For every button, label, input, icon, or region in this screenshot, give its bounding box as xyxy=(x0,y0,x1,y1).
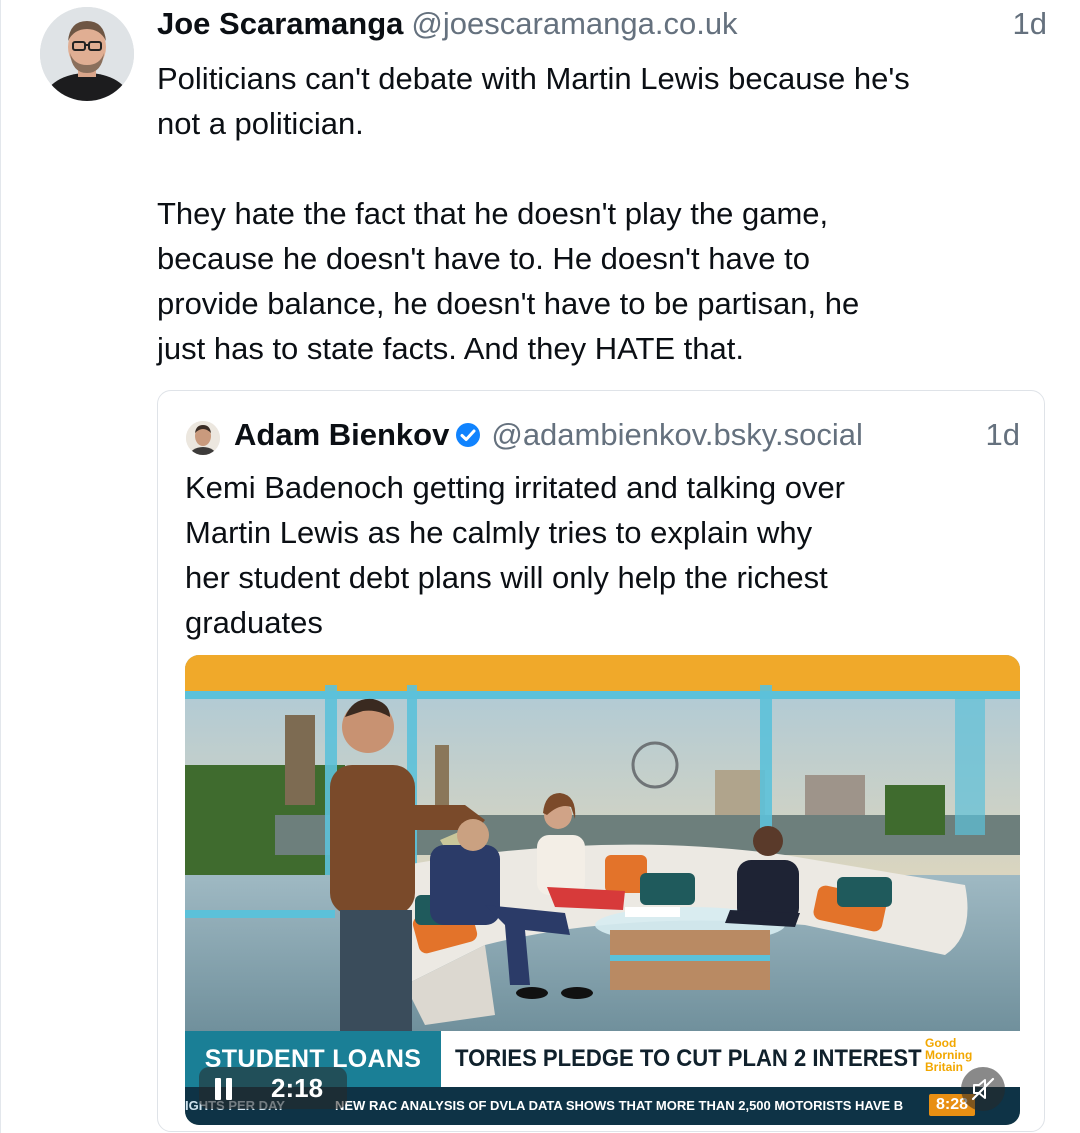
author-avatar[interactable] xyxy=(40,7,134,101)
post-paragraph: They hate the fact that he doesn't play … xyxy=(157,196,860,366)
ticker-news: NEW RAC ANALYSIS OF DVLA DATA SHOWS THAT… xyxy=(335,1098,904,1113)
post-timestamp[interactable]: 1d xyxy=(1013,6,1047,42)
quoted-author-name[interactable]: Adam Bienkov xyxy=(234,417,449,452)
post-body: Politicians can't debate with Martin Lew… xyxy=(157,56,1057,371)
playback-control[interactable]: 2:18 xyxy=(199,1067,347,1109)
left-divider xyxy=(0,0,1,1133)
speaker-muted-icon xyxy=(971,1077,995,1101)
author-name[interactable]: Joe Scaramanga xyxy=(157,6,403,41)
post-paragraph: Politicians can't debate with Martin Lew… xyxy=(157,61,910,141)
pause-icon[interactable] xyxy=(213,1077,235,1108)
playback-time: 2:18 xyxy=(271,1073,324,1103)
quoted-author-avatar[interactable] xyxy=(186,421,220,455)
quoted-post-text: Kemi Badenoch getting irritated and talk… xyxy=(185,470,846,640)
quoted-post-header: Adam Bienkov @adambienkov.bsky.social 1d xyxy=(234,417,1020,461)
quoted-post-card[interactable]: Adam Bienkov @adambienkov.bsky.social 1d … xyxy=(157,390,1045,1132)
mute-button[interactable] xyxy=(961,1067,1005,1111)
post-header: Joe Scaramanga @joescaramanga.co.uk 1d xyxy=(157,6,1047,50)
video-player[interactable]: STUDENT LOANS TORIES PLEDGE TO CUT PLAN … xyxy=(185,655,1020,1125)
quoted-author-handle[interactable]: @adambienkov.bsky.social xyxy=(491,417,863,452)
author-handle[interactable]: @joescaramanga.co.uk xyxy=(411,6,737,41)
ticker-headline: TORIES PLEDGE TO CUT PLAN 2 INTEREST xyxy=(455,1045,922,1072)
quoted-post-timestamp[interactable]: 1d xyxy=(986,417,1020,453)
verified-check-icon xyxy=(455,420,481,456)
